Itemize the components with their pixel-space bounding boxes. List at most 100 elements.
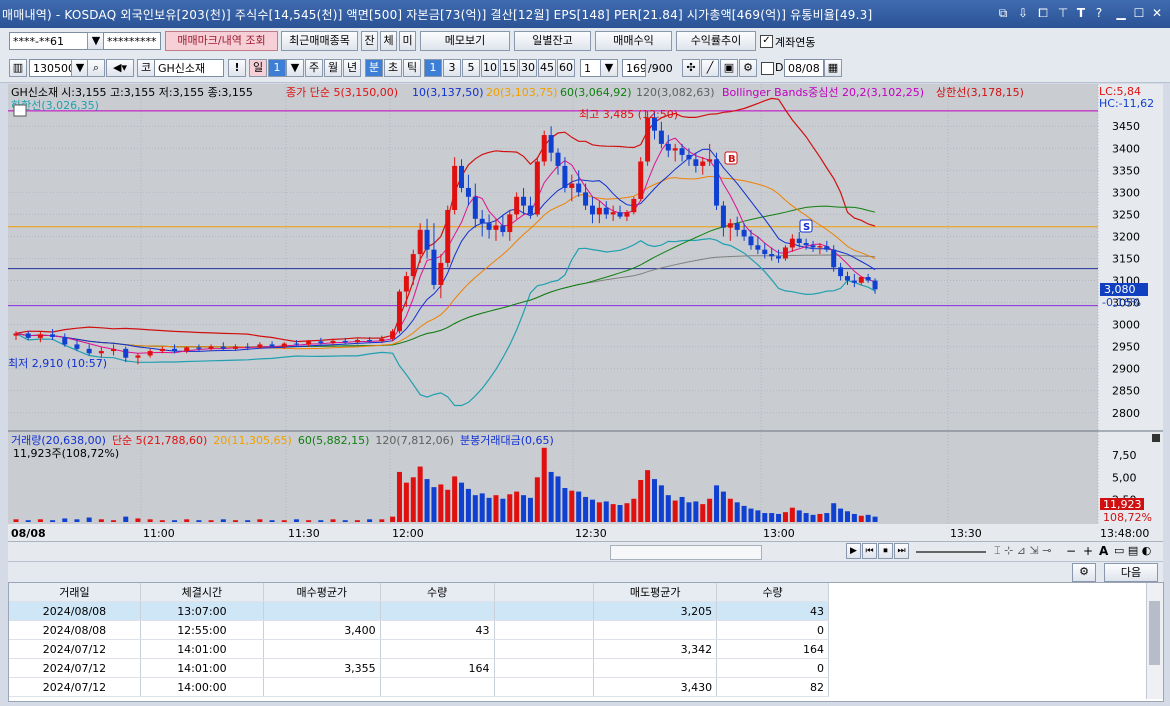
last-button[interactable]: ⏭ — [894, 543, 909, 559]
unfilled-button[interactable]: 미 — [399, 31, 416, 51]
period-day-button[interactable]: 일 — [249, 59, 267, 77]
period-week-button[interactable]: 주 — [305, 59, 323, 77]
calendar-icon[interactable]: ▦ — [824, 59, 842, 77]
tile-icon[interactable]: ⧠ — [1036, 6, 1050, 20]
table-row[interactable]: 2024/08/08 12:55:00 3,400 43 0 — [9, 620, 829, 640]
zoom-out-icon[interactable]: − — [1066, 544, 1076, 558]
col-date: 거래일 — [9, 583, 141, 602]
period-dropdown-icon[interactable]: ▼ — [286, 59, 304, 77]
first-button[interactable]: ⏮ — [862, 543, 877, 559]
col-time: 체결시간 — [140, 583, 264, 602]
svg-text:B: B — [728, 154, 736, 165]
gear-icon[interactable]: ⚙ — [739, 59, 757, 77]
minute-45-button[interactable]: 45 — [538, 59, 556, 77]
period-year-button[interactable]: 년 — [343, 59, 361, 77]
minute-5-button[interactable]: 5 — [462, 59, 480, 77]
minute-15-button[interactable]: 15 — [500, 59, 518, 77]
text-tool-icon[interactable]: A — [1099, 544, 1108, 558]
stock-name-input[interactable]: GH신소재 — [154, 59, 224, 77]
table-row[interactable]: 2024/07/12 14:00:00 3,430 82 — [9, 677, 829, 697]
draw-tool-icon[interactable]: ╱ — [701, 59, 719, 77]
daily-balance-button[interactable]: 일별잔고 — [514, 31, 591, 51]
help-icon[interactable]: ? — [1092, 6, 1106, 20]
pin-icon[interactable]: ⊤ — [1056, 6, 1070, 20]
period-second-button[interactable]: 초 — [384, 59, 402, 77]
period-minute-button[interactable]: 분 — [365, 59, 383, 77]
market-button[interactable]: 코 — [137, 59, 155, 77]
minute-3-button[interactable]: 3 — [443, 59, 461, 77]
stop-button[interactable]: ⏹ — [878, 543, 893, 559]
period-num[interactable]: 1 — [268, 59, 286, 77]
volume-bar — [379, 519, 385, 522]
minute-60-button[interactable]: 60 — [557, 59, 575, 77]
password-input[interactable]: ********* — [103, 32, 161, 50]
stock-code-input[interactable]: 130500 — [29, 59, 73, 77]
minute-10-button[interactable]: 10 — [481, 59, 499, 77]
candle-body — [700, 161, 706, 166]
buy-marker[interactable]: B — [724, 151, 738, 165]
period-month-button[interactable]: 월 — [324, 59, 342, 77]
time-tick-label: 12:30 — [575, 527, 607, 540]
count-input[interactable]: 169 — [622, 59, 646, 77]
chart-type-icon[interactable]: ▥ — [9, 59, 27, 77]
sound-icon[interactable]: ◀▾ — [106, 59, 134, 77]
trade-mark-button[interactable]: 매매마크/내역 조회 — [165, 31, 278, 51]
stock-chart[interactable]: 3450340033503300325032003150310030503000… — [8, 84, 1163, 541]
sell-marker[interactable]: S — [799, 219, 813, 233]
volume-close-icon[interactable] — [1152, 434, 1160, 442]
search-icon[interactable]: ⌕ — [87, 59, 105, 77]
candle-body — [817, 246, 823, 248]
table-scroll-thumb[interactable] — [1149, 601, 1160, 665]
scroll-thumb[interactable] — [610, 545, 762, 560]
zoom-slider[interactable] — [916, 551, 986, 553]
table-scrollbar[interactable] — [1146, 583, 1163, 699]
maximize-icon[interactable]: ☐ — [1132, 6, 1146, 20]
link-icon[interactable]: ⧉ — [996, 6, 1010, 20]
tool-icons[interactable]: ⌶ ⊹ ⊿ ⇲ ⊸ — [994, 544, 1051, 558]
minimize-icon[interactable]: ▁ — [1114, 6, 1128, 20]
candle-body — [521, 196, 527, 206]
candle-body — [424, 229, 430, 250]
candle-body — [638, 161, 644, 199]
interval-input[interactable]: 1 — [580, 59, 602, 77]
date-checkbox[interactable] — [761, 62, 774, 75]
filled-button[interactable]: 체 — [380, 31, 397, 51]
table-row[interactable]: 2024/07/12 14:01:00 3,355 164 0 — [9, 658, 829, 678]
account-input[interactable]: ****-**61 — [9, 32, 89, 50]
crosshair-icon[interactable]: ✣ — [682, 59, 700, 77]
recent-trades-button[interactable]: 최근매매종목 — [281, 31, 358, 51]
memo-button[interactable]: 메모보기 — [420, 31, 510, 51]
volume-bar — [459, 482, 465, 522]
volume-bar — [583, 496, 589, 522]
table-settings-icon[interactable]: ⚙ — [1072, 563, 1096, 582]
play-button[interactable]: ▶ — [846, 543, 861, 559]
profit-trend-button[interactable]: 수익률추이 — [676, 31, 756, 51]
table-cell — [494, 639, 595, 659]
volume-bar — [13, 519, 19, 522]
volume-bar — [776, 513, 782, 522]
table-row[interactable]: 2024/08/08 13:07:00 3,205 43 — [9, 601, 829, 621]
candle-body — [25, 333, 31, 338]
price-tick-label: 3150 — [1112, 252, 1140, 265]
balance-button[interactable]: 잔 — [361, 31, 378, 51]
trade-profit-button[interactable]: 매매수익 — [595, 31, 672, 51]
interval-dropdown-icon[interactable]: ▼ — [600, 59, 618, 77]
download-icon[interactable]: ⇩ — [1016, 6, 1030, 20]
table-cell — [380, 677, 495, 697]
minute-1-button[interactable]: 1 — [424, 59, 442, 77]
zoom-in-icon[interactable]: + — [1083, 544, 1093, 558]
close-icon[interactable]: ✕ — [1150, 6, 1164, 20]
save-icon[interactable]: ▣ — [720, 59, 738, 77]
table-row[interactable]: 2024/07/12 14:01:00 3,342 164 — [9, 639, 829, 659]
date-input[interactable]: 08/08 — [784, 59, 824, 77]
panel-icons[interactable]: ▭ ▤ ◐ — [1114, 544, 1151, 557]
minute-30-button[interactable]: 30 — [519, 59, 537, 77]
font-icon[interactable]: T — [1074, 6, 1088, 20]
period-tick-button[interactable]: 틱 — [403, 59, 421, 77]
account-link-checkbox[interactable]: ✓ — [760, 35, 773, 48]
alert-button[interactable]: ! — [228, 59, 246, 77]
next-button[interactable]: 다음 — [1104, 563, 1158, 582]
high-label: 최고 3,485 (12:50) — [579, 108, 678, 121]
current-volume-ratio: 108,72% — [1103, 511, 1152, 524]
chart-settings-icon[interactable] — [13, 104, 27, 117]
